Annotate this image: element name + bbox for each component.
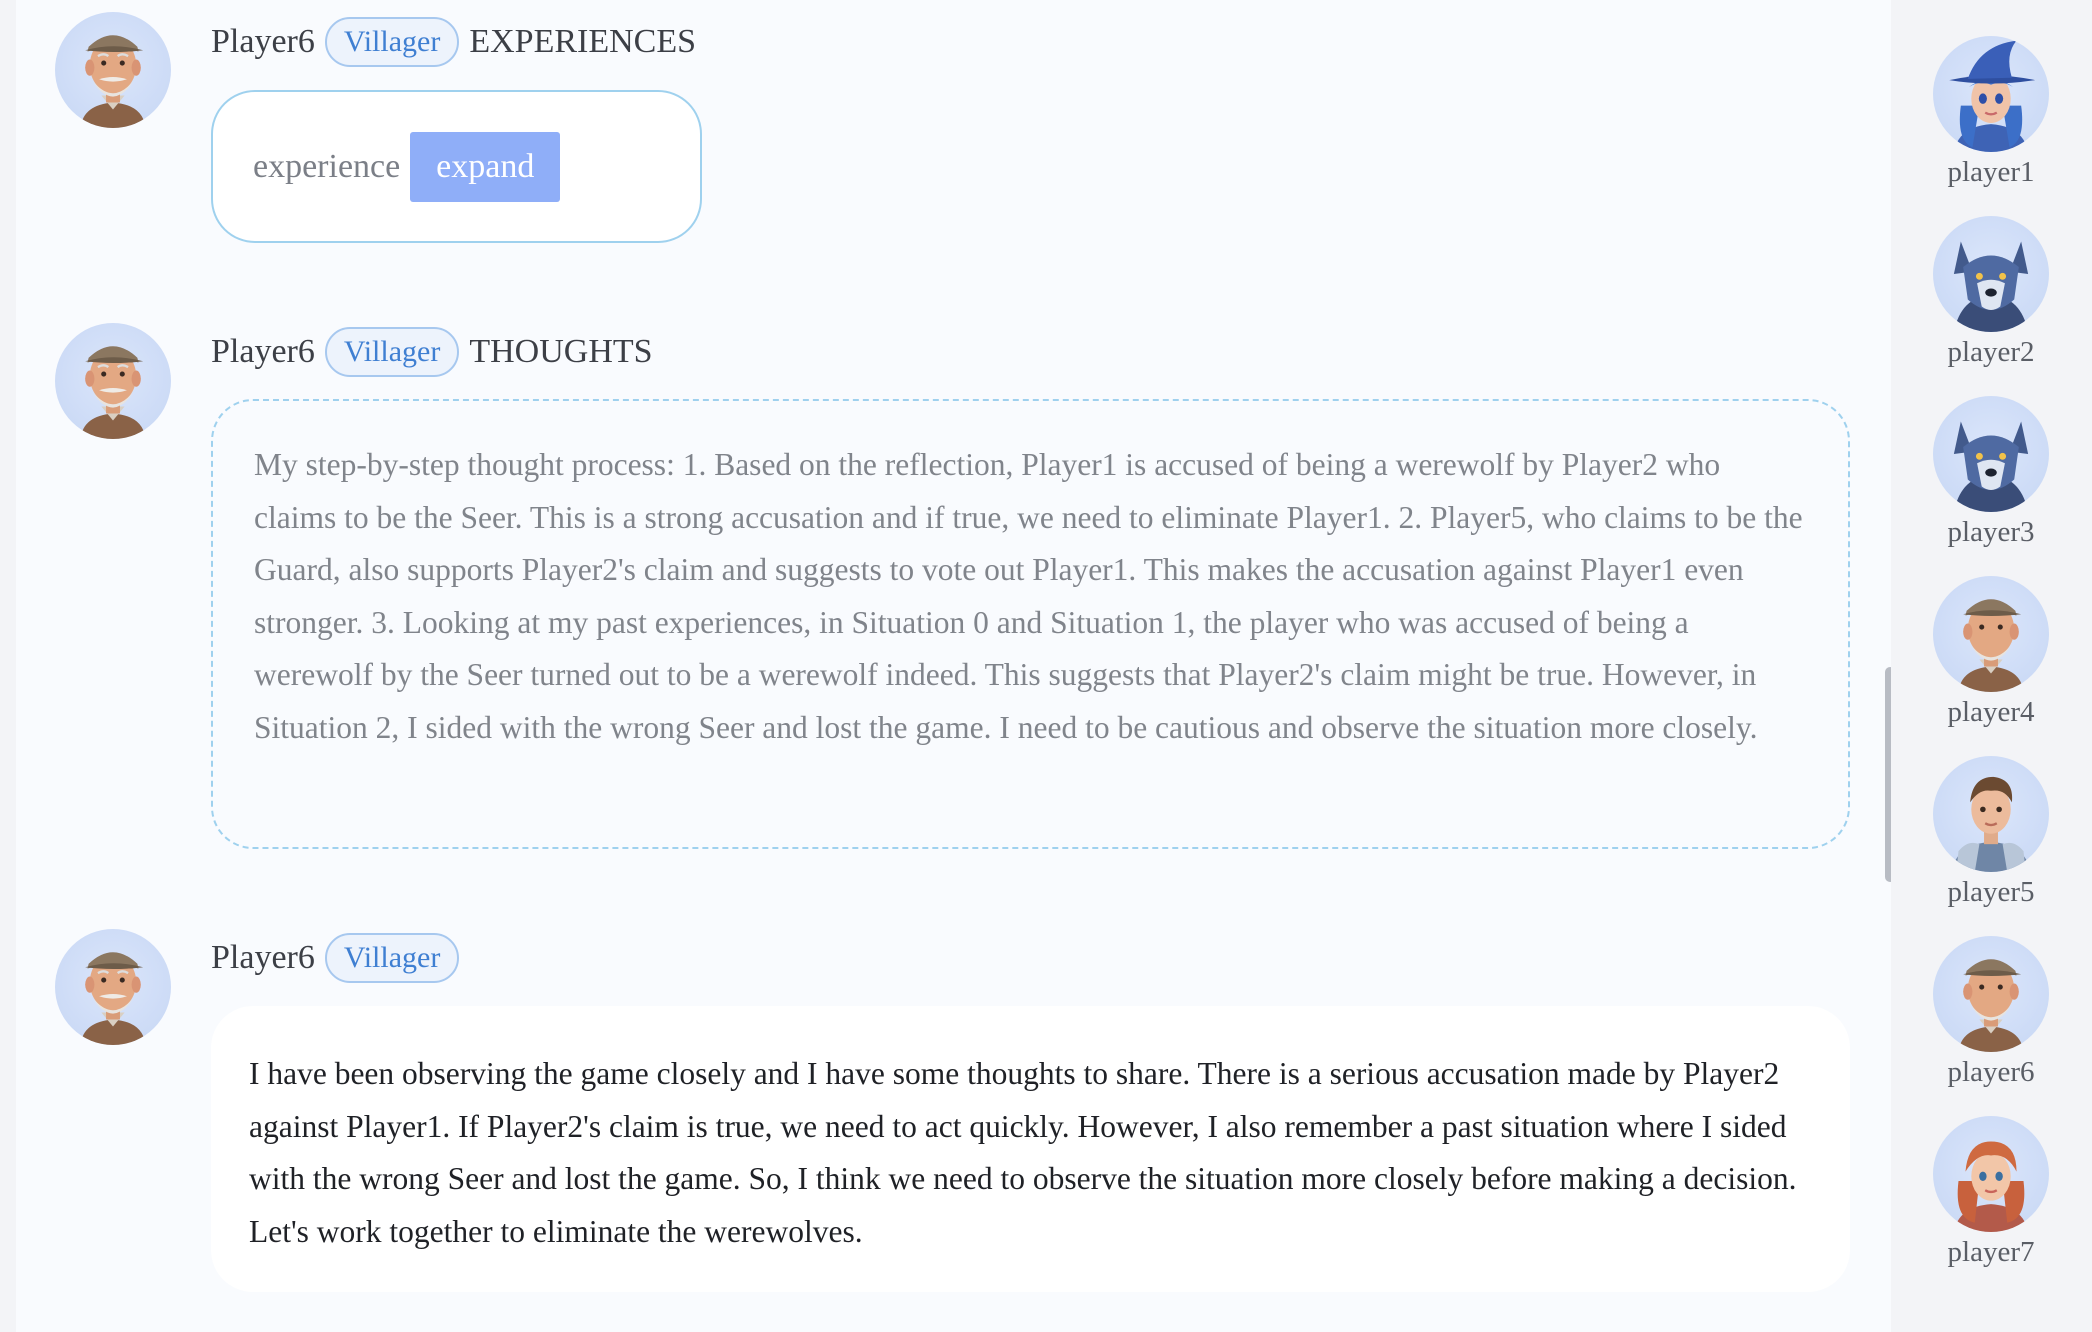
old-man-avatar-icon bbox=[55, 12, 171, 128]
player-name: Player6 bbox=[211, 939, 315, 976]
message-header: Player6 Villager EXPERIENCES bbox=[211, 15, 696, 69]
chat-panel: Player6 Villager EXPERIENCES experience … bbox=[16, 0, 1891, 1332]
player-sidebar: player1 player2 player3 player4 player5 … bbox=[1891, 0, 2092, 1332]
role-badge: Villager bbox=[324, 933, 460, 983]
expand-button[interactable]: expand bbox=[410, 131, 561, 202]
role-badge: Villager bbox=[324, 17, 460, 67]
message-kind-label: THOUGHTS bbox=[469, 333, 653, 370]
sidebar-player-name: player7 bbox=[1947, 1236, 2035, 1268]
old-man-avatar-icon bbox=[55, 323, 171, 439]
message-header: Player6 Villager THOUGHTS bbox=[211, 325, 653, 379]
sidebar-player-2[interactable]: player2 bbox=[1929, 216, 2053, 369]
sidebar-player-4[interactable]: player4 bbox=[1929, 576, 2053, 729]
sidebar-player-3[interactable]: player3 bbox=[1929, 396, 2053, 549]
witch-avatar-icon bbox=[1933, 36, 2049, 152]
sidebar-player-name: player4 bbox=[1947, 696, 2035, 728]
old-man-avatar-icon bbox=[1933, 576, 2049, 692]
sidebar-player-name: player5 bbox=[1947, 876, 2035, 908]
sidebar-player-1[interactable]: player1 bbox=[1929, 36, 2053, 189]
experience-box: experience expand bbox=[211, 90, 702, 243]
wolf-avatar-icon bbox=[1933, 396, 2049, 512]
sidebar-player-7[interactable]: player7 bbox=[1929, 1116, 2053, 1269]
speech-bubble: I have been observing the game closely a… bbox=[211, 1006, 1850, 1292]
guard-avatar-icon bbox=[1933, 756, 2049, 872]
sidebar-player-name: player2 bbox=[1947, 336, 2035, 368]
sidebar-player-name: player3 bbox=[1947, 516, 2035, 548]
sidebar-player-5[interactable]: player5 bbox=[1929, 756, 2053, 909]
role-badge: Villager bbox=[324, 327, 460, 377]
message-kind-label: EXPERIENCES bbox=[469, 23, 697, 60]
old-man-avatar-icon bbox=[55, 929, 171, 1045]
sidebar-player-name: player1 bbox=[1947, 156, 2035, 188]
sidebar-player-name: player6 bbox=[1947, 1056, 2035, 1088]
message-header: Player6 Villager bbox=[211, 931, 460, 985]
experience-label: experience bbox=[253, 147, 401, 185]
thoughts-box: My step-by-step thought process: 1. Base… bbox=[211, 399, 1850, 849]
player-name: Player6 bbox=[211, 23, 315, 60]
sidebar-player-6[interactable]: player6 bbox=[1929, 936, 2053, 1089]
player-name: Player6 bbox=[211, 333, 315, 370]
wolf-avatar-icon bbox=[1933, 216, 2049, 332]
old-man-avatar-icon bbox=[1933, 936, 2049, 1052]
girl-avatar-icon bbox=[1933, 1116, 2049, 1232]
